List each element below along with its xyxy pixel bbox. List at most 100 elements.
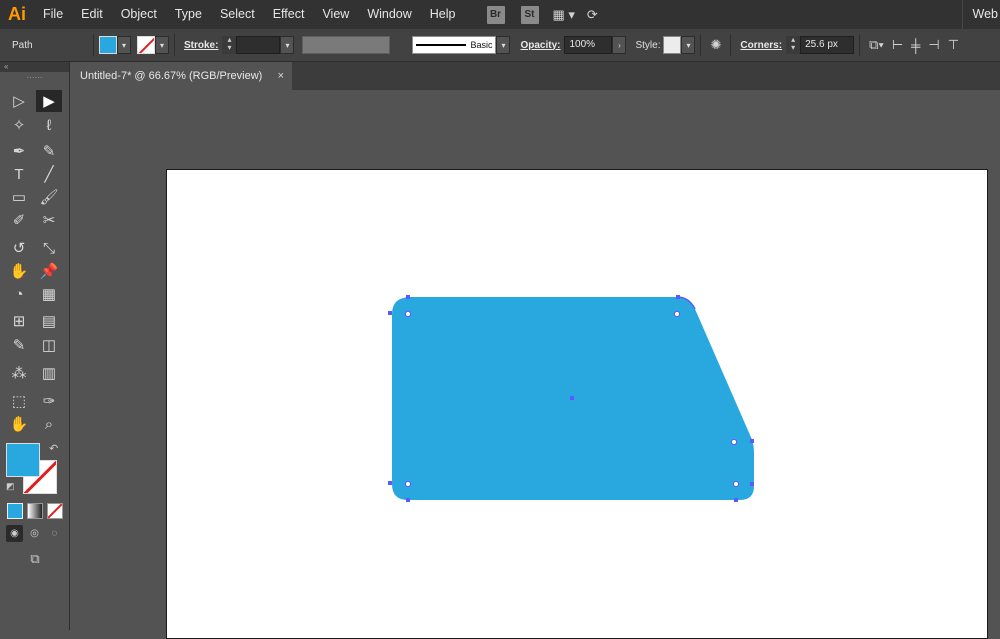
stroke-dropdown-icon[interactable]: ▾ (155, 36, 169, 54)
align-center-icon[interactable]: ╪ (911, 38, 920, 53)
stroke-color-swatch[interactable] (137, 36, 155, 54)
swap-fill-stroke-icon[interactable]: ↶ (49, 442, 58, 455)
corners-stepper-icon[interactable]: ▴ ▾ (786, 36, 801, 54)
opacity-label[interactable]: Opacity: (520, 40, 560, 51)
eyedropper-tool-icon[interactable]: ✎ (6, 334, 32, 356)
anchor-point[interactable] (388, 481, 392, 485)
rectangle-tool-icon[interactable]: ▭ (6, 186, 32, 208)
align-right-icon[interactable]: ⊣ (928, 37, 939, 53)
anchor-point[interactable] (388, 311, 392, 315)
perspective-grid-tool-icon[interactable]: ▦ (36, 283, 62, 305)
paintbrush-tool-icon[interactable]: 🖌 (36, 186, 62, 208)
menu-view[interactable]: View (313, 0, 358, 29)
draw-inside-icon[interactable]: ◌ (46, 525, 63, 542)
menu-edit[interactable]: Edit (72, 0, 112, 29)
divider (700, 34, 702, 56)
anchor-point[interactable] (750, 482, 754, 486)
anchor-point[interactable] (406, 498, 410, 502)
stroke-weight-dropdown-icon[interactable]: ▾ (280, 36, 295, 54)
zoom-tool-icon[interactable]: ⌕ (36, 413, 62, 435)
shaper-tool-icon[interactable]: ✐ (6, 209, 32, 231)
symbol-sprayer-tool-icon[interactable]: ⁂ (6, 362, 32, 384)
selection-tool-icon[interactable]: ▶ (36, 90, 62, 112)
tools-panel-grip[interactable]: ⋯⋯ (0, 72, 69, 90)
corner-widget[interactable] (404, 310, 412, 318)
draw-normal-icon[interactable]: ◉ (6, 525, 23, 542)
pin-tool-icon[interactable]: 📌 (36, 260, 62, 282)
gpu-performance-icon[interactable]: ⟳ (587, 7, 598, 23)
transform-icon[interactable]: ⧉▾ (869, 37, 884, 53)
align-top-icon[interactable]: ⊤ (948, 37, 959, 53)
arrange-documents-icon[interactable]: ▦ ▾ (553, 7, 575, 23)
default-fill-stroke-icon[interactable]: ◩ (6, 481, 15, 492)
screen-mode-icon[interactable]: ⧉ (24, 550, 46, 567)
rotate-tool-icon[interactable]: ↺ (6, 237, 32, 259)
brush-definition[interactable]: Basic (412, 36, 497, 54)
corner-widget[interactable] (730, 438, 738, 446)
anchor-point[interactable] (750, 439, 754, 443)
magic-wand-tool-icon[interactable]: ✧ (6, 114, 32, 136)
tool-row: ⬚ ✑ (0, 390, 70, 414)
menu-help[interactable]: Help (421, 0, 465, 29)
stroke-weight-stepper-icon[interactable]: ▴ ▾ (222, 36, 237, 54)
corners-label[interactable]: Corners: (740, 40, 782, 51)
corners-input[interactable]: 25.6 px (800, 36, 855, 54)
canvas-area[interactable] (70, 90, 1000, 639)
puppet-warp-tool-icon[interactable]: ✋ (6, 260, 32, 282)
corner-widget[interactable] (732, 480, 740, 488)
graphic-style-swatch[interactable] (663, 36, 682, 54)
shape-builder-tool-icon[interactable]: ◔ (6, 283, 32, 305)
variable-width-profile[interactable] (302, 36, 391, 54)
brush-dropdown-icon[interactable]: ▾ (496, 36, 511, 54)
anchor-point[interactable] (734, 498, 738, 502)
document-tab-title: Untitled-7* @ 66.67% (RGB/Preview) (80, 70, 263, 82)
stroke-weight-input[interactable] (236, 36, 281, 54)
blend-tool-icon[interactable]: ◫ (36, 334, 62, 356)
center-point (570, 396, 574, 400)
lasso-tool-icon[interactable]: ℓ (36, 114, 62, 136)
type-tool-icon[interactable]: T (6, 163, 32, 185)
recolor-artwork-icon[interactable]: ✺ (710, 37, 721, 53)
bridge-button[interactable]: Br (486, 5, 505, 24)
align-left-icon[interactable]: ⊢ (892, 37, 903, 53)
opacity-input[interactable]: 100% (564, 36, 613, 54)
scale-tool-icon[interactable]: ⤡ (36, 237, 62, 259)
anchor-point[interactable] (406, 295, 410, 299)
none-mode-icon[interactable] (47, 503, 63, 519)
line-segment-tool-icon[interactable]: ╱ (36, 163, 62, 185)
scissors-tool-icon[interactable]: ✂ (36, 209, 62, 231)
hand-tool-icon[interactable]: ✋ (6, 413, 32, 435)
slice-tool-icon[interactable]: ✑ (36, 390, 62, 412)
fill-dropdown-icon[interactable]: ▾ (117, 36, 131, 54)
corner-widget[interactable] (404, 480, 412, 488)
color-mode-icon[interactable] (7, 503, 23, 519)
style-dropdown-icon[interactable]: ▾ (681, 36, 696, 54)
direct-selection-tool-icon[interactable]: ▷ (6, 90, 32, 112)
gradient-mode-icon[interactable] (27, 503, 43, 519)
stroke-label[interactable]: Stroke: (184, 40, 218, 51)
draw-behind-icon[interactable]: ◎ (26, 525, 43, 542)
mesh-tool-icon[interactable]: ⊞ (6, 310, 32, 332)
menu-file[interactable]: File (34, 0, 72, 29)
close-tab-icon[interactable]: × (278, 62, 284, 90)
fill-swatch[interactable] (6, 443, 40, 477)
menu-window[interactable]: Window (358, 0, 420, 29)
menu-effect[interactable]: Effect (264, 0, 314, 29)
document-tab[interactable]: Untitled-7* @ 66.67% (RGB/Preview) × (70, 62, 292, 90)
corner-widget[interactable] (673, 310, 681, 318)
stock-button[interactable]: St (520, 5, 539, 24)
menu-select[interactable]: Select (211, 0, 264, 29)
column-graph-tool-icon[interactable]: ▥ (36, 362, 62, 384)
fill-color-swatch[interactable] (99, 36, 117, 54)
menu-type[interactable]: Type (166, 0, 211, 29)
opacity-arrow-icon[interactable]: › (612, 36, 627, 54)
menu-object[interactable]: Object (112, 0, 166, 29)
pen-tool-icon[interactable]: ✒ (6, 140, 32, 162)
tools-panel-collapse-icon[interactable]: « (0, 62, 69, 72)
gradient-tool-icon[interactable]: ▤ (36, 310, 62, 332)
workspace-switcher[interactable]: Web (961, 0, 1000, 29)
artboard-tool-icon[interactable]: ⬚ (6, 390, 32, 412)
curvature-tool-icon[interactable]: ✎ (36, 140, 62, 162)
control-bar: Path ▾ ▾ Stroke: ▴ ▾ ▾ Basic ▾ Opacity: 1… (0, 29, 1000, 62)
fill-stroke-widget: ↶ ◩ (6, 443, 61, 495)
